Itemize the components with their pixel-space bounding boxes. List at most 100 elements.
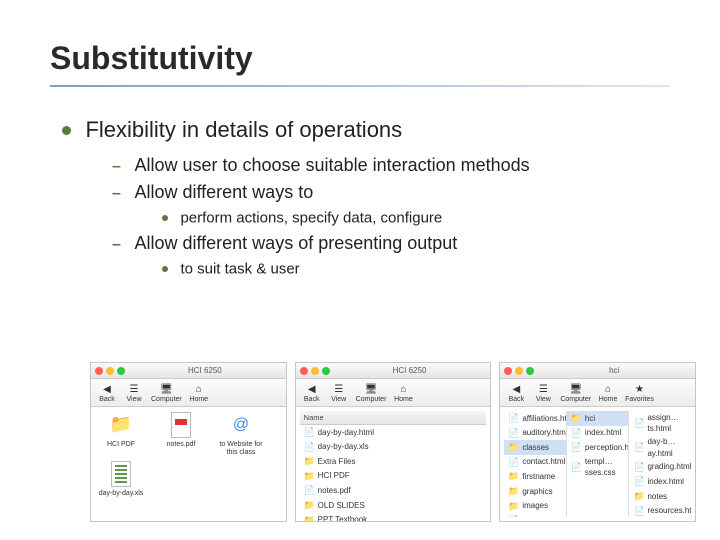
list-row[interactable]: 📄index.html [629,474,691,489]
back-button[interactable]: ◀Back [503,382,529,404]
browser-content: 📁HCI PDFnotes.pdf@to Website for this cl… [91,407,286,521]
computer-button[interactable]: 🖥Computer [148,382,185,404]
view-button[interactable]: ☰View [530,382,556,404]
list-row[interactable]: 📄day-b…ay.html [629,435,691,459]
list-row[interactable]: 📄day-by-day.html [300,425,487,440]
zoom-icon[interactable] [322,367,330,375]
window-titlebar: HCI 6250 [296,363,491,379]
back-button[interactable]: ◀Back [299,382,325,404]
list-row[interactable]: 📁images [504,499,566,514]
folder-icon: 📁 [508,500,518,513]
file-item[interactable]: notes.pdf [155,411,207,456]
toolbar: ◀Back☰View🖥Computer⌂Home [91,379,286,407]
list-row[interactable]: 📄contact.html [504,455,566,470]
bullet-list: Flexibility in details of operations – A… [50,117,670,278]
list-row[interactable]: 📄resources.html [629,504,691,517]
file-label: contact.html [522,456,565,467]
file-icon: 📄 [508,514,518,517]
minimize-icon[interactable] [311,367,319,375]
file-label: Extra Files [318,456,356,467]
folder-icon: 📁 [508,441,518,454]
list-row[interactable]: 📁Extra Files [300,454,487,469]
list-row[interactable]: 📄index.html [567,426,629,441]
list-row[interactable]: 📄affiliations.html [504,411,566,426]
list-row[interactable]: 📄notes.pdf [300,483,487,498]
close-icon[interactable] [504,367,512,375]
link-icon: @ [229,411,253,439]
list-row[interactable]: 📁notes [629,489,691,504]
folder-icon: 📁 [304,499,314,512]
computer-button[interactable]: 🖥Computer [557,382,594,404]
dash-icon: – [112,158,122,176]
home-button[interactable]: ⌂Home [595,382,621,404]
view-button[interactable]: ☰View [326,382,352,404]
toolbar-label: Home [189,396,208,403]
list-row[interactable]: 📁OLD SLIDES [300,498,487,513]
back-button[interactable]: ◀Back [94,382,120,404]
window-titlebar: HCI 6250 [91,363,286,379]
level3-list-b: to suit task & user [112,260,670,278]
file-item[interactable]: @to Website for this class [215,411,267,456]
toolbar-label: View [126,396,141,403]
file-label: affiliations.html [522,413,567,424]
list-row[interactable]: 📁HCI PDF [300,469,487,484]
bullet-l3a: perform actions, specify data, configure [162,209,670,227]
view-button[interactable]: ☰View [121,382,147,404]
toolbar: ◀Back☰View🖥Computer⌂Home [296,379,491,407]
folder-icon: 📁 [304,470,314,483]
minimize-icon[interactable] [515,367,523,375]
home-button[interactable]: ⌂Home [390,382,416,404]
l3b-text: to suit task & user [180,260,299,277]
list-row[interactable]: 📁classes [504,440,566,455]
list-row[interactable]: 📄index.html [504,513,566,517]
list-row[interactable]: 📁PPT Textbook [300,513,487,521]
toolbar-label: Back [304,396,320,403]
column-header[interactable]: Name [300,411,487,425]
file-label: index.html [585,427,621,438]
home-button[interactable]: ⌂Home [186,382,212,404]
file-icon: 📄 [508,427,518,440]
list-row[interactable]: 📄grading.html [629,460,691,475]
computer-icon: 🖥 [365,383,378,396]
close-icon[interactable] [300,367,308,375]
folder-icon: 📁 [109,411,133,439]
bullet-l2a: – Allow user to choose suitable interact… [112,155,670,176]
pdf-icon [169,411,193,439]
window-title: hci [537,366,691,375]
toolbar-label: View [536,396,551,403]
dash-icon: – [112,236,122,254]
bullet-round-icon [62,126,71,135]
window-title: HCI 6250 [333,366,487,375]
view-icon: ☰ [128,383,141,396]
toolbar-label: Computer [356,396,387,403]
close-icon[interactable] [95,367,103,375]
l3a-text: perform actions, specify data, configure [180,209,442,226]
icon-view: 📁HCI PDFnotes.pdf@to Website for this cl… [95,411,282,498]
toolbar: ◀Back☰View🖥Computer⌂Home★Favorites [500,379,695,407]
file-label: assign…ts.html [647,412,687,434]
list-row[interactable]: 📄day-by-day.xls [300,440,487,455]
favorites-button[interactable]: ★Favorites [622,382,657,404]
list-row[interactable]: 📄auditory.html [504,426,566,441]
l2c-text: Allow different ways of presenting outpu… [134,233,457,253]
list-row[interactable]: 📄assign…ts.html [629,411,691,435]
toolbar-label: Favorites [625,396,654,403]
computer-button[interactable]: 🖥Computer [353,382,390,404]
computer-icon: 🖥 [160,383,173,396]
file-label: hci [585,413,595,424]
file-item[interactable]: day-by-day.xls [95,460,147,498]
zoom-icon[interactable] [526,367,534,375]
list-row[interactable]: 📁firstname [504,469,566,484]
list-row[interactable]: 📄templ…sses.css [567,455,629,479]
file-item[interactable]: 📁HCI PDF [95,411,147,456]
folder-icon: 📁 [571,412,581,425]
zoom-icon[interactable] [117,367,125,375]
list-row[interactable]: 📁 hci [567,411,629,426]
l1-text: Flexibility in details of operations [85,117,402,142]
toolbar-label: Computer [151,396,182,403]
list-row[interactable]: 📄perception.html [567,440,629,455]
level2-list: – Allow user to choose suitable interact… [62,155,670,278]
folder-icon: 📁 [508,485,518,498]
list-row[interactable]: 📁graphics [504,484,566,499]
minimize-icon[interactable] [106,367,114,375]
